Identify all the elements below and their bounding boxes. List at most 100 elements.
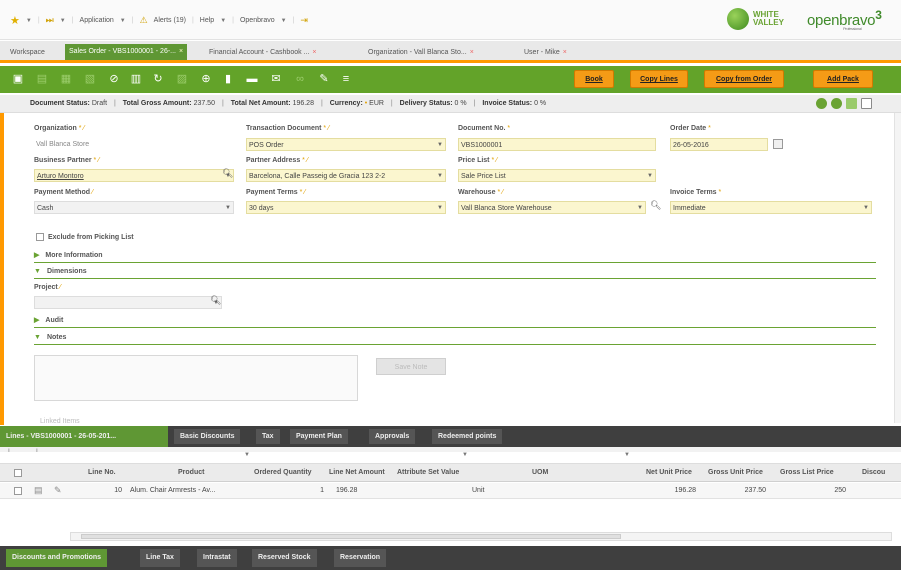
book-button[interactable]: Book xyxy=(574,70,614,88)
chevron-down-icon[interactable]: ▼ xyxy=(60,18,66,24)
new-row-icon[interactable]: ▤ xyxy=(36,73,48,85)
close-icon[interactable]: × xyxy=(470,49,474,56)
order-date-field[interactable]: 26-05-2016 xyxy=(670,138,768,151)
application-menu[interactable]: Application xyxy=(80,17,114,24)
column-gross-unit-price[interactable]: Gross Unit Price xyxy=(708,464,763,482)
link-icon[interactable]: ∞ xyxy=(294,73,306,85)
export-icon[interactable]: ▨ xyxy=(176,73,188,85)
grid-horizontal-scrollbar[interactable] xyxy=(70,532,892,541)
form-scrollbar[interactable] xyxy=(894,113,901,423)
chevron-down-icon[interactable]: ▼ xyxy=(26,18,32,24)
tab-organization[interactable]: Organization - Vall Blanca Sto... × xyxy=(364,46,478,60)
document-no-field[interactable]: VBS1000001 xyxy=(458,138,656,151)
new-document-icon[interactable]: ▣ xyxy=(12,73,24,85)
transaction-document-select[interactable]: POS Order ▼ xyxy=(246,138,446,151)
form-view-icon[interactable]: ▤ xyxy=(34,485,43,496)
chevron-down-icon[interactable]: ▼ xyxy=(220,18,226,24)
tab-payment-plan[interactable]: Payment Plan xyxy=(290,429,348,444)
close-icon[interactable]: × xyxy=(179,48,183,55)
notes-textarea[interactable] xyxy=(34,355,358,401)
chevron-down-icon[interactable]: ▼ xyxy=(624,452,630,458)
tab-discounts-promotions[interactable]: Discounts and Promotions xyxy=(6,549,108,567)
add-pack-button[interactable]: Add Pack xyxy=(813,70,873,88)
document-icon[interactable]: ▮ xyxy=(222,73,234,85)
column-line-no[interactable]: Line No. xyxy=(88,464,116,482)
payment-terms-select[interactable]: 30 days ▼ xyxy=(246,201,446,214)
favorites-star-icon[interactable]: ★ xyxy=(10,14,20,27)
tab-reserved-stock[interactable]: Reserved Stock xyxy=(252,549,317,567)
tab-financial-account[interactable]: Financial Account - Cashbook ... × xyxy=(205,46,320,60)
section-audit[interactable]: ▶ Audit xyxy=(34,314,876,328)
column-product[interactable]: Product xyxy=(178,464,204,482)
tab-line-tax[interactable]: Line Tax xyxy=(140,549,180,567)
maximize-icon[interactable] xyxy=(846,98,857,109)
payment-method-select[interactable]: Cash ▼ xyxy=(34,201,234,214)
undo-icon[interactable]: ⊘ xyxy=(108,73,120,85)
next-record-icon[interactable] xyxy=(831,98,842,109)
column-ordered-quantity[interactable]: Ordered Quantity xyxy=(254,464,312,482)
logout-icon[interactable]: ⇥ xyxy=(300,15,308,26)
refresh-icon[interactable]: ↻ xyxy=(152,73,164,85)
price-list-select[interactable]: Sale Price List ▼ xyxy=(458,169,656,182)
save-note-button[interactable]: Save Note xyxy=(376,358,446,375)
grid-view-icon[interactable]: ≡ xyxy=(340,73,352,85)
openbravo-menu[interactable]: Openbravo xyxy=(240,17,275,24)
column-discount[interactable]: Discou xyxy=(862,464,885,482)
copy-from-order-button[interactable]: Copy from Order xyxy=(704,70,784,88)
close-form-icon[interactable] xyxy=(861,98,872,109)
column-net-unit-price[interactable]: Net Unit Price xyxy=(646,464,692,482)
warehouse-field[interactable]: Vall Blanca Store Warehouse ▼ xyxy=(458,201,646,214)
search-icon[interactable]: 🔍︎ xyxy=(650,200,661,211)
tab-sales-order[interactable]: Sales Order - VBS1000001 - 26-... × xyxy=(65,44,188,60)
tab-redeemed-points[interactable]: Redeemed points xyxy=(432,429,503,444)
tab-approvals[interactable]: Approvals xyxy=(369,429,416,444)
section-notes[interactable]: ▼ Notes xyxy=(34,331,876,345)
chevron-down-icon[interactable]: ▼ xyxy=(281,18,287,24)
audit-trail-icon[interactable]: ✎ xyxy=(318,73,330,85)
column-gross-list-price[interactable]: Gross List Price xyxy=(780,464,834,482)
search-icon[interactable]: 🔍︎ xyxy=(222,168,233,179)
tab-basic-discounts[interactable]: Basic Discounts xyxy=(174,429,241,444)
project-field[interactable]: ▼ xyxy=(34,296,222,309)
help-menu[interactable]: Help xyxy=(200,17,214,24)
edit-pencil-icon[interactable]: ✎ xyxy=(54,485,62,496)
previous-record-icon[interactable] xyxy=(816,98,827,109)
exclude-picking-row[interactable]: Exclude from Picking List xyxy=(36,233,134,241)
section-more-information[interactable]: ▶ More Information xyxy=(34,249,876,263)
partner-address-select[interactable]: Barcelona, Calle Passeig de Gracia 123 2… xyxy=(246,169,446,182)
tab-user[interactable]: User - Mike × xyxy=(520,46,571,60)
section-dimensions[interactable]: ▼ Dimensions xyxy=(34,265,876,279)
save-icon[interactable]: ▦ xyxy=(60,73,72,85)
attachment-icon[interactable]: ⊕ xyxy=(200,73,212,85)
chevron-down-icon[interactable]: ▼ xyxy=(244,452,250,458)
exclude-picking-checkbox[interactable] xyxy=(36,233,44,241)
copy-lines-button[interactable]: Copy Lines xyxy=(630,70,688,88)
row-checkbox[interactable] xyxy=(14,487,22,495)
linked-items-section[interactable]: Linked Items xyxy=(40,418,80,425)
tab-lines[interactable]: Lines - VBS1000001 - 26-05-201... xyxy=(0,426,168,447)
select-all-checkbox[interactable] xyxy=(14,469,22,477)
close-icon[interactable]: × xyxy=(563,49,567,56)
tab-tax[interactable]: Tax xyxy=(256,429,280,444)
column-attribute-set-value[interactable]: Attribute Set Value xyxy=(397,464,459,482)
calendar-icon[interactable] xyxy=(773,139,783,149)
alerts-link[interactable]: Alerts (19) xyxy=(154,17,186,24)
chevron-down-icon[interactable]: ▼ xyxy=(120,18,126,24)
chevron-down-icon[interactable]: ▼ xyxy=(462,452,468,458)
tab-reservation[interactable]: Reservation xyxy=(334,549,387,567)
print-icon[interactable]: ▬ xyxy=(246,73,258,85)
recent-views-icon[interactable]: ⏭ xyxy=(46,15,54,26)
email-icon[interactable]: ✉ xyxy=(270,73,282,85)
table-row[interactable]: ▤ ✎ 10 Alum. Chair Armrests - Av... 1 19… xyxy=(0,483,901,499)
close-icon[interactable]: × xyxy=(312,49,316,56)
column-uom[interactable]: UOM xyxy=(532,464,548,482)
invoice-terms-select[interactable]: Immediate ▼ xyxy=(670,201,872,214)
tab-workspace[interactable]: Workspace xyxy=(6,46,49,60)
scrollbar-thumb[interactable] xyxy=(81,534,621,539)
delete-icon[interactable]: ▥ xyxy=(130,73,142,85)
search-icon[interactable]: 🔍︎ xyxy=(210,295,221,306)
tab-intrastat[interactable]: Intrastat xyxy=(197,549,237,567)
column-line-net-amount[interactable]: Line Net Amount xyxy=(329,464,385,482)
grid-filter-row[interactable]: ▼ ▼ ▼ xyxy=(0,452,901,464)
business-partner-field[interactable]: Arturo Montoro ▼ xyxy=(34,169,234,182)
